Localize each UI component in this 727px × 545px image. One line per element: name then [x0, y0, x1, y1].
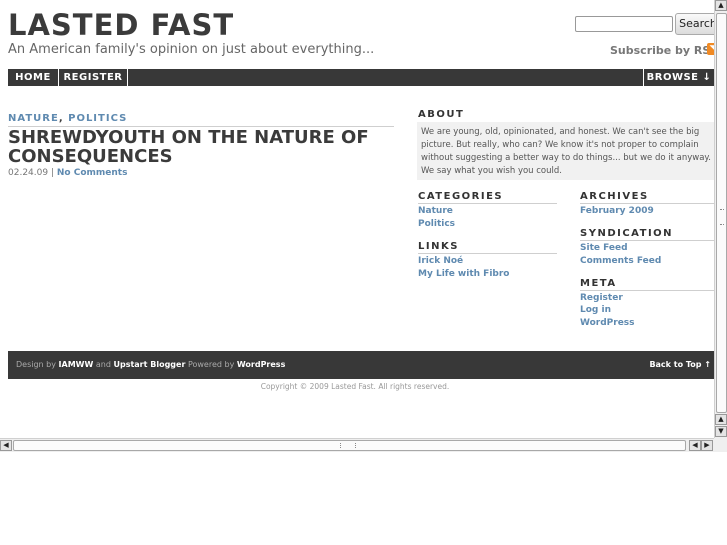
designer-iamww-link[interactable]: IAMWW: [59, 360, 94, 369]
search-input[interactable]: [575, 16, 673, 32]
design-by-label: Design by: [16, 360, 56, 369]
scroll-left-button[interactable]: ◀: [689, 440, 701, 451]
divider: [580, 240, 714, 241]
archive-link-february-2009[interactable]: February 2009: [580, 206, 654, 216]
category-link-nature[interactable]: Nature: [418, 206, 453, 216]
nav-bar: HOME REGISTER BROWSE ↓: [8, 69, 714, 86]
site-tagline: An American family's opinion on just abo…: [8, 42, 375, 57]
meta-separator: |: [50, 168, 54, 178]
meta-login-link[interactable]: Log in: [580, 305, 611, 315]
links-title: LINKS: [418, 241, 459, 252]
copyright: Copyright © 2009 Lasted Fast. All rights…: [260, 382, 450, 391]
category-separator: ,: [58, 113, 64, 124]
scroll-down-button[interactable]: ▼: [715, 426, 727, 437]
nav-register[interactable]: REGISTER: [59, 69, 128, 86]
comments-feed-link[interactable]: Comments Feed: [580, 256, 661, 266]
meta-title: META: [580, 278, 617, 289]
powered-by-label: Powered by: [187, 360, 235, 369]
grip-icon: [720, 209, 724, 225]
post-meta: 02.24.09 | No Comments: [8, 168, 127, 178]
back-to-top-link[interactable]: Back to Top ↑: [649, 360, 711, 369]
wordpress-link[interactable]: WordPress: [237, 360, 285, 369]
horizontal-scroll-thumb[interactable]: [13, 440, 686, 451]
post-category-politics[interactable]: POLITICS: [68, 113, 127, 124]
category-link-politics[interactable]: Politics: [418, 219, 455, 229]
archives-title: ARCHIVES: [580, 191, 649, 202]
designer-upstart-blogger-link[interactable]: Upstart Blogger: [113, 360, 185, 369]
meta-wordpress-link[interactable]: WordPress: [580, 318, 635, 328]
nav-home[interactable]: HOME: [8, 69, 59, 86]
link-irick-noe[interactable]: Irick Noé: [418, 256, 463, 266]
site-feed-link[interactable]: Site Feed: [580, 243, 628, 253]
post-date: 02.24.09: [8, 168, 49, 178]
divider: [418, 253, 557, 254]
divider: [418, 203, 557, 204]
footer-credits: Design by IAMWW and Upstart Blogger Powe…: [16, 360, 285, 369]
and-label: and: [95, 360, 111, 369]
grip-icon: [340, 443, 356, 448]
syndication-title: SYNDICATION: [580, 228, 674, 239]
scroll-left-button[interactable]: ◀: [0, 440, 12, 451]
vertical-scroll-thumb[interactable]: [716, 13, 727, 413]
vertical-scrollbar[interactable]: ▲ ▲ ▼: [714, 0, 727, 438]
site-title[interactable]: LASTED FAST: [8, 8, 234, 42]
subscribe-rss-link[interactable]: Subscribe by RSS: [610, 44, 714, 57]
nav-browse[interactable]: BROWSE ↓: [643, 69, 714, 86]
rss-icon[interactable]: ◥: [707, 43, 714, 55]
scroll-up-button[interactable]: ▲: [715, 414, 727, 425]
footer-bar: Design by IAMWW and Upstart Blogger Powe…: [8, 351, 714, 379]
post-categories: NATURE, POLITICS: [8, 113, 127, 124]
scroll-up-button[interactable]: ▲: [715, 0, 727, 11]
about-title: ABOUT: [418, 109, 465, 120]
post-category-nature[interactable]: NATURE: [8, 113, 59, 124]
scrollbar-corner: [714, 438, 727, 452]
scroll-right-button[interactable]: ▶: [701, 440, 713, 451]
post-title[interactable]: SHREWDYOUTH ON THE NATURE OF CONSEQUENCE…: [8, 128, 408, 166]
link-my-life-with-fibro[interactable]: My Life with Fibro: [418, 269, 509, 279]
about-text: We are young, old, opinionated, and hone…: [421, 127, 711, 176]
divider: [580, 203, 714, 204]
browser-viewport: LASTED FAST An American family's opinion…: [0, 0, 714, 438]
meta-register-link[interactable]: Register: [580, 293, 623, 303]
divider: [580, 290, 714, 291]
comments-link[interactable]: No Comments: [57, 168, 128, 178]
search-button[interactable]: Search: [675, 13, 714, 35]
categories-title: CATEGORIES: [418, 191, 504, 202]
horizontal-scrollbar[interactable]: ◀ ◀ ▶: [0, 438, 714, 452]
